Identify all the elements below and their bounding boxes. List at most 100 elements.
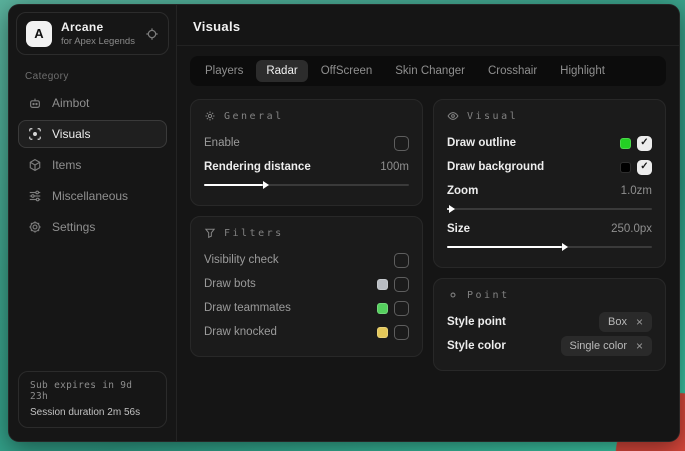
check-icon: ✓ bbox=[640, 162, 648, 172]
panel-filters-header: Filters bbox=[204, 227, 409, 239]
draw-outline-color-swatch[interactable] bbox=[620, 138, 631, 149]
style-point-selected-option: Box bbox=[608, 316, 627, 328]
panel-visual: Visual Draw outline ✓ Draw background bbox=[433, 99, 666, 268]
zoom-slider[interactable] bbox=[447, 204, 652, 214]
enable-row: Enable bbox=[204, 131, 409, 155]
size-value: 250.0px bbox=[611, 223, 652, 235]
style-color-selected-option: Single color bbox=[570, 340, 627, 352]
draw-background-checkbox[interactable]: ✓ bbox=[637, 160, 652, 175]
sidebar-item-miscellaneous[interactable]: Miscellaneous bbox=[18, 182, 167, 210]
rendering-distance-slider[interactable] bbox=[204, 180, 409, 190]
tab-skin-changer[interactable]: Skin Changer bbox=[385, 60, 475, 82]
draw-background-color-swatch[interactable] bbox=[620, 162, 631, 173]
filter-icon bbox=[204, 227, 216, 239]
page-title: Visuals bbox=[193, 19, 663, 34]
scan-icon bbox=[28, 127, 42, 141]
draw-bots-checkbox[interactable] bbox=[394, 277, 409, 292]
rendering-distance-label: Rendering distance bbox=[204, 161, 311, 173]
draw-teammates-label: Draw teammates bbox=[204, 302, 291, 314]
sidebar-item-label: Miscellaneous bbox=[52, 189, 128, 203]
enable-label: Enable bbox=[204, 137, 240, 149]
visibility-check-row: Visibility check bbox=[204, 248, 409, 272]
right-column: Visual Draw outline ✓ Draw background bbox=[433, 99, 666, 371]
style-color-label: Style color bbox=[447, 340, 506, 352]
zoom-label: Zoom bbox=[447, 185, 478, 197]
panel-general: General Enable Rendering distance 100m bbox=[190, 99, 423, 206]
draw-knocked-row: Draw knocked bbox=[204, 320, 409, 344]
sidebar-nav: Aimbot Visuals Ite bbox=[15, 89, 170, 241]
panel-title: General bbox=[224, 111, 284, 122]
size-slider[interactable] bbox=[447, 242, 652, 252]
panel-title: Filters bbox=[224, 228, 284, 239]
tab-offscreen[interactable]: OffScreen bbox=[311, 60, 383, 82]
draw-teammates-color-swatch[interactable] bbox=[377, 303, 388, 314]
sub-expires-text: Sub expires in 9d 23h bbox=[30, 380, 155, 402]
draw-bots-row: Draw bots bbox=[204, 272, 409, 296]
draw-teammates-row: Draw teammates bbox=[204, 296, 409, 320]
cube-icon bbox=[28, 158, 42, 172]
draw-background-label: Draw background bbox=[447, 161, 544, 173]
rendering-distance-row: Rendering distance 100m bbox=[204, 155, 409, 179]
close-icon[interactable]: × bbox=[636, 316, 643, 328]
panel-point-header: Point bbox=[447, 289, 652, 301]
size-row: Size 250.0px bbox=[447, 217, 652, 241]
app-window: A Arcane for Apex Legends Category bbox=[8, 4, 680, 442]
panel-point: Point Style point Box × Style color bbox=[433, 278, 666, 371]
style-point-select[interactable]: Box × bbox=[599, 312, 652, 332]
main-header: Visuals bbox=[177, 5, 679, 46]
panel-filters: Filters Visibility check Draw bots bbox=[190, 216, 423, 357]
draw-teammates-checkbox[interactable] bbox=[394, 301, 409, 316]
zoom-row: Zoom 1.0zm bbox=[447, 179, 652, 203]
size-label: Size bbox=[447, 223, 470, 235]
style-color-select[interactable]: Single color × bbox=[561, 336, 653, 356]
sidebar-spacer bbox=[15, 241, 170, 368]
sidebar-item-visuals[interactable]: Visuals bbox=[18, 120, 167, 148]
target-icon[interactable] bbox=[145, 27, 159, 41]
sidebar-item-settings[interactable]: Settings bbox=[18, 213, 167, 241]
draw-background-row: Draw background ✓ bbox=[447, 155, 652, 179]
style-point-label: Style point bbox=[447, 316, 506, 328]
session-duration-text: Session duration 2m 56s bbox=[30, 407, 155, 418]
visibility-check-checkbox[interactable] bbox=[394, 253, 409, 268]
panel-general-header: General bbox=[204, 110, 409, 122]
slider-thumb[interactable] bbox=[562, 243, 568, 251]
tab-crosshair[interactable]: Crosshair bbox=[478, 60, 547, 82]
draw-outline-checkbox[interactable]: ✓ bbox=[637, 136, 652, 151]
tab-radar[interactable]: Radar bbox=[256, 60, 307, 82]
sidebar-item-items[interactable]: Items bbox=[18, 151, 167, 179]
app-brand-text: Arcane for Apex Legends bbox=[61, 20, 135, 47]
app-name: Arcane bbox=[61, 20, 135, 34]
main-area: Visuals Players Radar OffScreen Skin Cha… bbox=[177, 5, 679, 441]
enable-checkbox[interactable] bbox=[394, 136, 409, 151]
app-subtitle: for Apex Legends bbox=[61, 36, 135, 47]
draw-bots-color-swatch[interactable] bbox=[377, 279, 388, 290]
sidebar-item-label: Items bbox=[52, 158, 81, 172]
close-icon[interactable]: × bbox=[636, 340, 643, 352]
slider-fill bbox=[447, 208, 449, 210]
tab-players[interactable]: Players bbox=[195, 60, 253, 82]
gear-icon bbox=[204, 110, 216, 122]
point-icon bbox=[447, 289, 459, 301]
zoom-value: 1.0zm bbox=[621, 185, 652, 197]
visuals-tabbar: Players Radar OffScreen Skin Changer Cro… bbox=[190, 56, 666, 86]
draw-outline-row: Draw outline ✓ bbox=[447, 131, 652, 155]
sidebar-item-label: Settings bbox=[52, 220, 95, 234]
style-point-row: Style point Box × bbox=[447, 310, 652, 334]
slider-track bbox=[447, 208, 652, 210]
gear-icon bbox=[28, 220, 42, 234]
visibility-check-label: Visibility check bbox=[204, 254, 279, 266]
slider-fill bbox=[447, 246, 562, 248]
app-logo: A bbox=[26, 21, 52, 47]
category-label: Category bbox=[25, 71, 160, 82]
slider-thumb[interactable] bbox=[449, 205, 455, 213]
draw-knocked-color-swatch[interactable] bbox=[377, 327, 388, 338]
panel-title: Point bbox=[467, 290, 510, 301]
draw-outline-label: Draw outline bbox=[447, 137, 516, 149]
radar-settings-content: General Enable Rendering distance 100m bbox=[177, 86, 679, 384]
slider-thumb[interactable] bbox=[263, 181, 269, 189]
tab-highlight[interactable]: Highlight bbox=[550, 60, 615, 82]
sidebar-item-aimbot[interactable]: Aimbot bbox=[18, 89, 167, 117]
draw-bots-label: Draw bots bbox=[204, 278, 256, 290]
draw-knocked-checkbox[interactable] bbox=[394, 325, 409, 340]
sidebar: A Arcane for Apex Legends Category bbox=[9, 5, 177, 441]
